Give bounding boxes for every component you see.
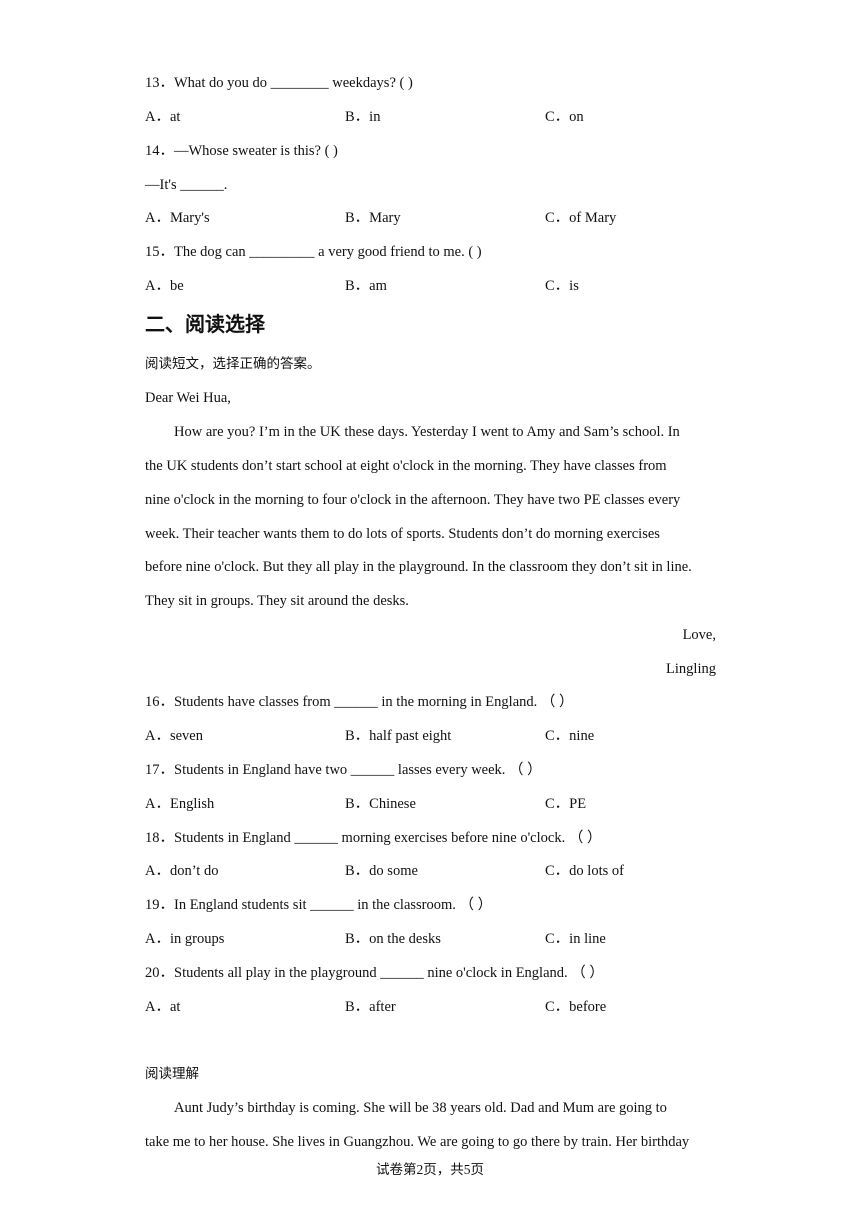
passage-line: Aunt Judy’s birthday is coming. She will… — [174, 1100, 667, 1116]
question-19: 19．In England students sit ______ in the… — [145, 896, 492, 914]
question-number: 19． — [145, 897, 174, 913]
option-a: A．in groups — [145, 931, 225, 947]
option-c: C．is — [545, 278, 579, 294]
option-c: C．nine — [545, 728, 595, 744]
option-a: A．seven — [145, 728, 203, 744]
question-prompt: Students have classes from ______ in the… — [174, 694, 574, 710]
question-17: 17．Students in England have two ______ l… — [145, 761, 542, 779]
option-a: A．Mary's — [145, 210, 210, 226]
option-a: A．be — [145, 278, 184, 294]
question-number: 20． — [145, 965, 174, 981]
option-b: B．half past eight — [345, 728, 452, 744]
option-b: B．on the desks — [345, 931, 441, 947]
question-16: 16．Students have classes from ______ in … — [145, 693, 574, 711]
question-13: 13．What do you do ________ weekdays? ( ) — [145, 74, 413, 92]
option-c: C．before — [545, 999, 607, 1015]
option-b: B．after — [345, 999, 396, 1015]
question-14: 14．—Whose sweater is this? ( ) — [145, 142, 338, 160]
letter-line: the UK students don’t start school at ei… — [145, 458, 667, 474]
letter-line: They sit in groups. They sit around the … — [145, 593, 409, 609]
question-prompt: Students in England have two ______ lass… — [174, 762, 542, 778]
option-c: C．in line — [545, 931, 606, 947]
question-number: 13． — [145, 75, 174, 91]
letter-line: week. Their teacher wants them to do lot… — [145, 526, 660, 542]
option-c: C．of Mary — [545, 210, 617, 226]
question-prompt: The dog can _________ a very good friend… — [174, 244, 482, 260]
question-15: 15．The dog can _________ a very good fri… — [145, 243, 482, 261]
question-prompt: Students all play in the playground ____… — [174, 965, 604, 981]
letter-line: nine o'clock in the morning to four o'cl… — [145, 492, 681, 508]
letter-signature: Lingling — [666, 661, 716, 677]
question-20: 20．Students all play in the playground _… — [145, 964, 604, 982]
question-number: 18． — [145, 830, 174, 846]
option-b: B．in — [345, 109, 381, 125]
option-b: B．do some — [345, 863, 418, 879]
option-a: A．at — [145, 999, 181, 1015]
passage-line: take me to her house. She lives in Guang… — [145, 1134, 690, 1150]
question-prompt: —Whose sweater is this? ( ) — [174, 143, 338, 159]
letter-salutation: Dear Wei Hua, — [145, 390, 231, 406]
letter-closing: Love, — [682, 627, 716, 643]
letter-line: before nine o'clock. But they all play i… — [145, 559, 692, 575]
option-c: C．PE — [545, 796, 587, 812]
question-prompt: What do you do ________ weekdays? ( ) — [174, 75, 413, 91]
question-prompt: In England students sit ______ in the cl… — [174, 897, 493, 913]
question-number: 14． — [145, 143, 174, 159]
letter-line: How are you? I’m in the UK these days. Y… — [174, 424, 680, 440]
question-number: 16． — [145, 694, 174, 710]
question-18: 18．Students in England ______ morning ex… — [145, 829, 601, 847]
option-a: A．at — [145, 109, 181, 125]
option-b: B．am — [345, 278, 387, 294]
page-footer: 试卷第2页，共5页 — [376, 1162, 484, 1177]
section-heading: 二、阅读选择 — [145, 312, 265, 336]
question-prompt: Students in England ______ morning exerc… — [174, 830, 602, 846]
question-14-answer-line: —It's ______. — [145, 177, 228, 193]
option-a: A．don’t do — [145, 863, 219, 879]
option-a: A．English — [145, 796, 215, 812]
question-number: 17． — [145, 762, 174, 778]
option-b: B．Chinese — [345, 796, 416, 812]
question-number: 15． — [145, 244, 174, 260]
option-b: B．Mary — [345, 210, 401, 226]
section-instruction: 阅读短文，选择正确的答案。 — [145, 356, 321, 372]
section-title: 阅读理解 — [145, 1066, 199, 1082]
option-c: C．do lots of — [545, 863, 624, 879]
option-c: C．on — [545, 109, 584, 125]
